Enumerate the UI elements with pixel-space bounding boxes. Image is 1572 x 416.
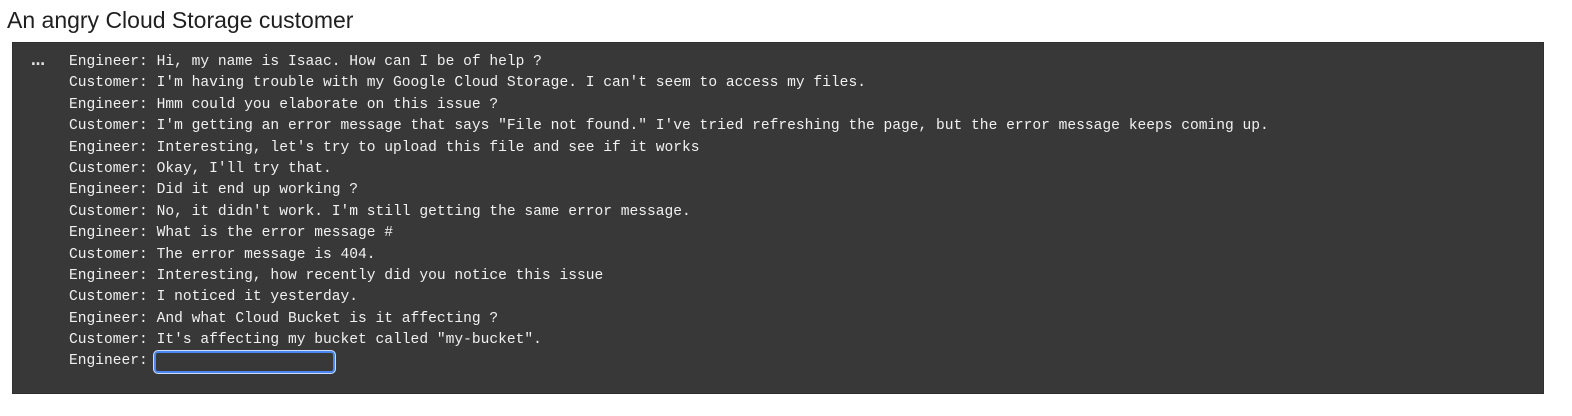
page-title: An angry Cloud Storage customer — [7, 7, 354, 33]
message-text: Did it end up working ? — [147, 182, 359, 199]
speaker-label: Customer: — [69, 332, 148, 349]
speaker-label: Engineer: — [69, 96, 148, 113]
speaker-label: Customer: — [69, 289, 148, 306]
transcript-line: Customer: Okay, I'll try that. — [69, 159, 1269, 180]
transcript-line: Customer: No, it didn't work. I'm still … — [69, 202, 1269, 223]
message-text: Interesting, how recently did you notice… — [147, 267, 604, 284]
speaker-label: Engineer: — [69, 54, 148, 70]
message-text: Interesting, let's try to upload this fi… — [147, 139, 700, 156]
transcript-line: Customer: The error message is 404. — [69, 245, 1269, 266]
message-text: Hi, my name is Isaac. How can I be of he… — [147, 54, 542, 70]
cell-output-panel: … Engineer: Hi, my name is Isaac. How ca… — [12, 42, 1544, 394]
engineer-reply-input[interactable] — [153, 351, 335, 374]
message-text: Okay, I'll try that. — [147, 160, 332, 177]
transcript-line: Engineer: What is the error message # — [69, 223, 1269, 244]
speaker-label: Engineer: — [69, 310, 148, 327]
transcript-line: Customer: I'm getting an error message t… — [69, 116, 1269, 137]
transcript-line: Customer: I noticed it yesterday. — [69, 287, 1269, 308]
transcript-line: Engineer: Interesting, let's try to uplo… — [69, 138, 1269, 159]
speaker-label: Customer: — [69, 246, 148, 263]
message-text: I'm having trouble with my Google Cloud … — [147, 75, 866, 92]
message-text: I noticed it yesterday. — [147, 289, 359, 306]
prompt-line: Engineer: — [69, 351, 1269, 374]
transcript-line: Engineer: Did it end up working ? — [69, 180, 1269, 201]
message-text: The error message is 404. — [147, 246, 376, 263]
conversation-transcript: Engineer: Hi, my name is Isaac. How can … — [69, 52, 1269, 374]
speaker-label: Engineer: — [69, 267, 148, 284]
speaker-label: Customer: — [69, 203, 148, 220]
message-text: No, it didn't work. I'm still getting th… — [147, 203, 691, 220]
speaker-label: Customer: — [69, 75, 148, 92]
speaker-label: Customer: — [69, 118, 148, 135]
transcript-line: Engineer: Interesting, how recently did … — [69, 266, 1269, 287]
transcript-line: Customer: It's affecting my bucket calle… — [69, 330, 1269, 351]
transcript-line: Customer: I'm having trouble with my Goo… — [69, 73, 1269, 94]
transcript-line: Engineer: And what Cloud Bucket is it af… — [69, 309, 1269, 330]
speaker-label: Engineer: — [69, 353, 148, 370]
speaker-label: Engineer: — [69, 182, 148, 199]
speaker-label: Engineer: — [69, 139, 148, 156]
message-text: Hmm could you elaborate on this issue ? — [147, 96, 499, 113]
message-text: What is the error message # — [147, 225, 394, 242]
message-text: And what Cloud Bucket is it affecting ? — [147, 310, 499, 327]
message-text: It's affecting my bucket called "my-buck… — [147, 332, 542, 349]
speaker-label: Customer: — [69, 160, 148, 177]
more-options-icon[interactable]: … — [31, 51, 46, 71]
message-text: I'm getting an error message that says "… — [147, 118, 1269, 135]
speaker-label: Engineer: — [69, 225, 148, 242]
transcript-line: Engineer: Hmm could you elaborate on thi… — [69, 95, 1269, 116]
transcript-line: Engineer: Hi, my name is Isaac. How can … — [69, 52, 1269, 73]
